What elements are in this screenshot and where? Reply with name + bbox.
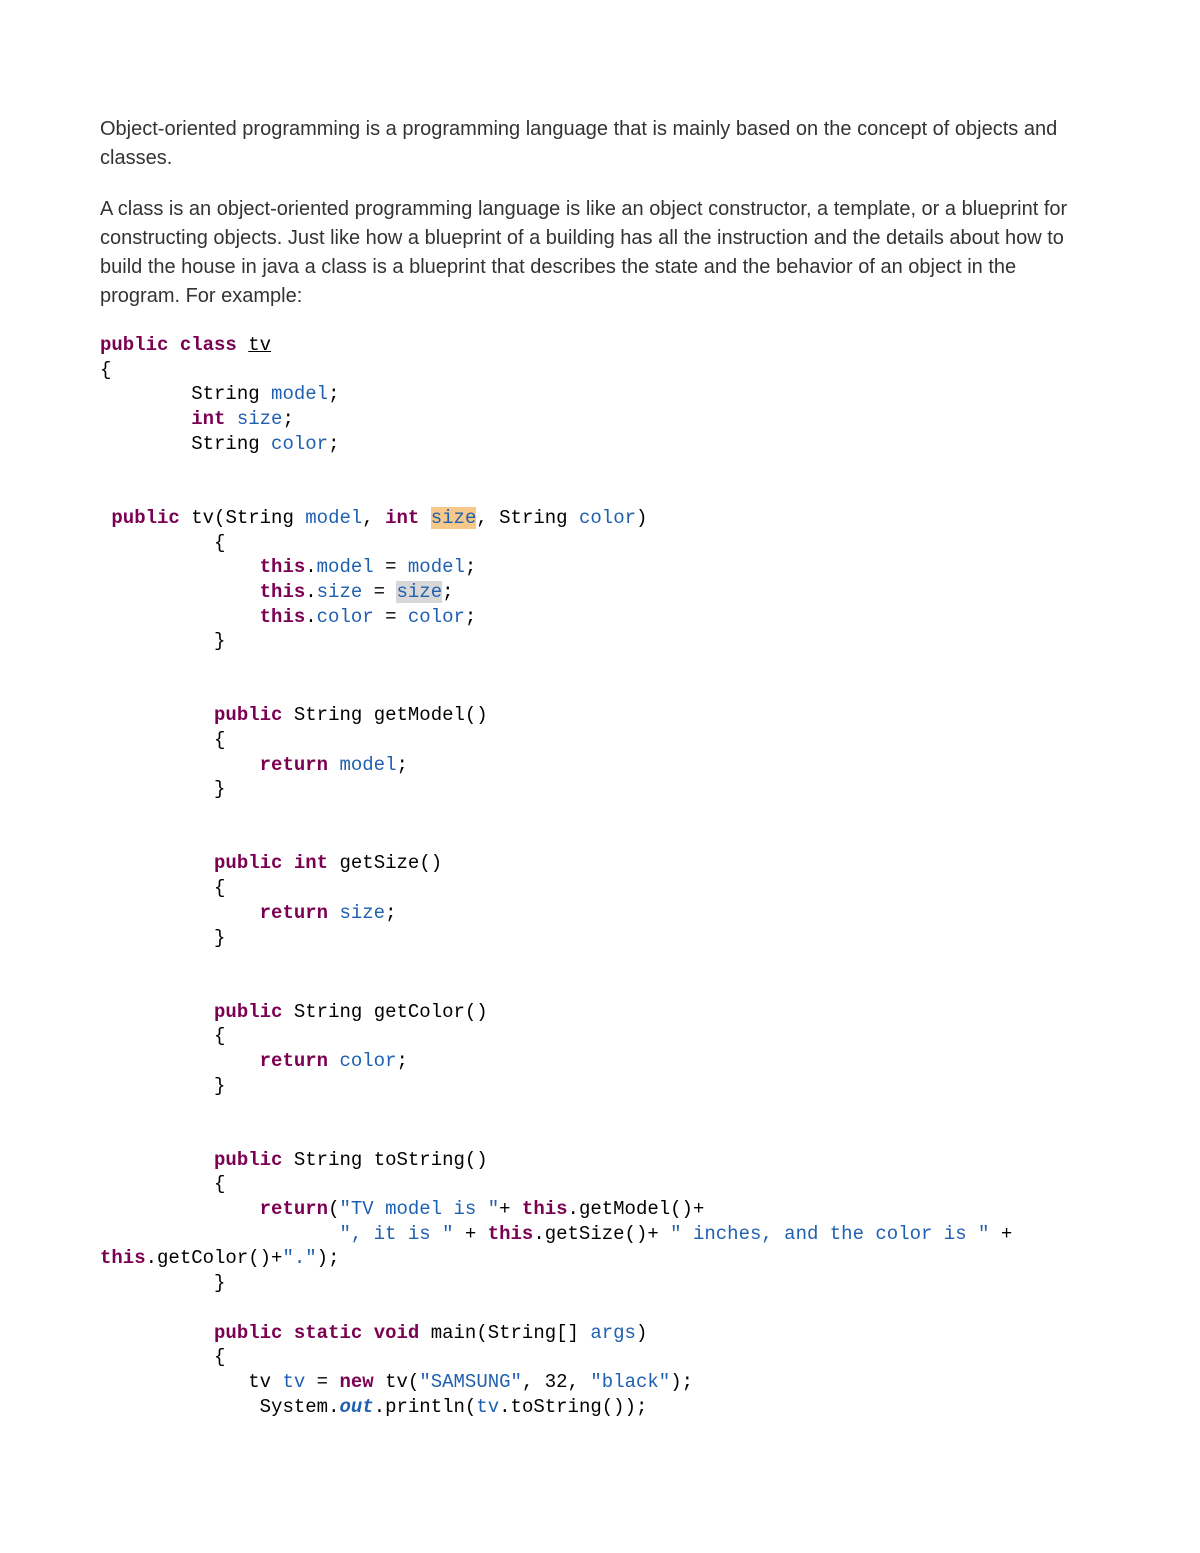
method-main: main [431,1322,477,1344]
brace-close: } [214,630,225,652]
keyword-void: void [374,1322,420,1344]
string-literal-2: ", it is " [339,1223,453,1245]
this-model: model [317,556,374,578]
assign-color: color [408,606,465,628]
number-32: 32 [545,1371,568,1393]
keyword-public: public [214,1149,282,1171]
keyword-public: public [214,1322,282,1344]
keyword-return: return [260,1050,328,1072]
brace-close: } [214,927,225,949]
semicolon: ; [328,383,339,405]
type-string: String [499,507,567,529]
keyword-return: return [260,1198,328,1220]
type-string-array: String[] [488,1322,579,1344]
param-args: args [590,1322,636,1344]
brace-close: } [214,778,225,800]
string-black: "black" [590,1371,670,1393]
method-getcolor: getColor [374,1001,465,1023]
call-getcolor: getColor [157,1247,248,1269]
string-literal-3: " inches, and the color is " [670,1223,989,1245]
brace-open: { [214,1025,225,1047]
field-model: model [271,383,328,405]
field-size: size [237,408,283,430]
semicolon: ; [282,408,293,430]
constructor-name: tv [191,507,214,529]
type-string: String [191,433,259,455]
intro-paragraph-2: A class is an object-oriented programmin… [100,195,1100,311]
keyword-this: this [260,581,306,603]
keyword-int: int [294,852,328,874]
keyword-public: public [100,334,168,356]
brace-open: { [214,729,225,751]
method-tostring: toString [374,1149,465,1171]
assign-model: model [408,556,465,578]
keyword-public: public [214,1001,282,1023]
arg-tv: tv [476,1396,499,1418]
keyword-this: this [100,1247,146,1269]
brace-close: } [214,1075,225,1097]
keyword-static: static [294,1322,362,1344]
assign-size-highlighted: size [396,581,442,603]
type-string: String [294,1001,362,1023]
keyword-this: this [488,1223,534,1245]
intro-paragraph-1: Object-oriented programming is a program… [100,115,1100,173]
keyword-this: this [260,606,306,628]
method-getmodel: getModel [374,704,465,726]
keyword-int: int [385,507,419,529]
class-name-tv: tv [248,334,271,356]
return-model: model [339,754,396,776]
brace-open: { [214,1346,225,1368]
brace-open: { [100,359,111,381]
keyword-public: public [111,507,179,529]
param-color: color [579,507,636,529]
keyword-this: this [260,556,306,578]
class-system: System [260,1396,328,1418]
method-println: println [385,1396,465,1418]
type-string: String [191,383,259,405]
keyword-new: new [339,1371,373,1393]
semicolon: ; [328,433,339,455]
keyword-this: this [522,1198,568,1220]
brace-open: { [214,532,225,554]
keyword-return: return [260,902,328,924]
string-literal-1: "TV model is " [339,1198,499,1220]
call-tostring: toString [511,1396,602,1418]
param-model: model [305,507,362,529]
call-getsize: getSize [545,1223,625,1245]
return-color: color [339,1050,396,1072]
return-size: size [339,902,385,924]
keyword-public: public [214,852,282,874]
code-block: public class tv { String model; int size… [100,333,1100,1419]
keyword-return: return [260,754,328,776]
document-page: Object-oriented programming is a program… [0,0,1200,1553]
type-tv-local: tv [248,1371,271,1393]
field-color: color [271,433,328,455]
ctor-tv: tv [385,1371,408,1393]
keyword-public: public [214,704,282,726]
type-string: String [294,1149,362,1171]
var-tv: tv [282,1371,305,1393]
type-string: String [294,704,362,726]
param-size-highlighted: size [431,507,477,529]
brace-open: { [214,877,225,899]
this-size: size [317,581,363,603]
brace-close: } [214,1272,225,1294]
keyword-class: class [180,334,237,356]
method-getsize: getSize [339,852,419,874]
string-literal-4: "." [282,1247,316,1269]
this-color: color [317,606,374,628]
call-getmodel: getModel [579,1198,670,1220]
keyword-int: int [191,408,225,430]
field-out: out [339,1396,373,1418]
type-string: String [225,507,293,529]
string-samsung: "SAMSUNG" [419,1371,522,1393]
brace-open: { [214,1173,225,1195]
